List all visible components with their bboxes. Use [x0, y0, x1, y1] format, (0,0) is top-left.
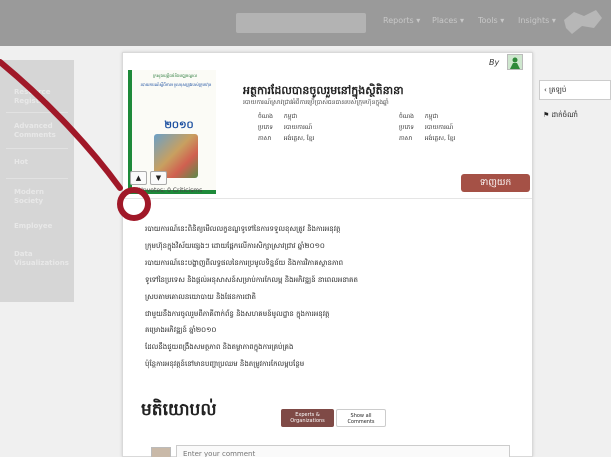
download-button[interactable]: ទាញយក	[461, 174, 530, 192]
description-line: ដែលនឹងជួយពង្រឹងសមត្ថភាព និងតម្លាភាពក្នុង…	[145, 343, 294, 352]
tab-show-all-comments[interactable]: Show all Comments	[336, 409, 386, 427]
meta-value: អង់គ្លេស, ខ្មែរ	[283, 135, 315, 142]
description-line: គម្រោងអភិវឌ្ឍន៍ ឆ្នាំ២០១០	[145, 326, 217, 335]
share-button[interactable]: ⚑ ដាក់ចំណាំ	[539, 106, 611, 126]
resource-card: By ក្រសួងយុត្តិធម៌និងមជ្ឈមណ្ឌល របាយការណ៍…	[122, 52, 533, 457]
sidebar-divider	[6, 178, 68, 179]
comment-input[interactable]	[176, 445, 510, 457]
meta-value: កម្ពុជា	[424, 113, 439, 120]
person-icon	[510, 57, 520, 69]
description-line: ក្រុមហ៊ុនក្នុងវិស័យផ្សេងៗ ដោយផ្អែកលើការស…	[145, 241, 325, 250]
cover-header: ក្រសួងយុត្តិធម៌និងមជ្ឈមណ្ឌល	[152, 73, 198, 78]
meta-label: ចំណង	[258, 113, 273, 120]
cover-title: របាយការណ៍ស្តីពីការទទួលខុសត្រូវរបស់ក្រុមហ…	[140, 82, 212, 87]
meta-right: ចំណង កម្ពុជា ប្រភេទ របាយការណ៍ ភាសា អង់គ្…	[399, 111, 455, 144]
description-line: របាយការណ៍នេះបង្ហាញពីលទ្ធផលនៃការប្រមូលទិន…	[145, 258, 344, 267]
search-input[interactable]	[236, 13, 366, 33]
sidebar-divider	[6, 148, 68, 149]
map-logo-icon	[564, 10, 602, 34]
nav-reports[interactable]: Reports ▾	[383, 16, 420, 25]
sidebar-item-employee[interactable]: Employee	[14, 222, 52, 231]
sidebar-item-data-visualizations[interactable]: Data Visualizations	[14, 250, 74, 268]
author-avatar[interactable]	[507, 54, 523, 70]
downvote-button[interactable]: ▼	[150, 171, 167, 185]
sidebar-item-advanced-comments[interactable]: Advanced Comments	[14, 122, 74, 140]
meta-label: ប្រភេទ	[399, 124, 415, 131]
top-nav-bar: Reports ▾ Places ▾ Tools ▾ Insights ▾	[0, 0, 611, 46]
meta-value: របាយការណ៍	[424, 124, 454, 131]
cover-year: ២០១០	[164, 120, 194, 131]
meta-label: ចំណង	[399, 113, 414, 120]
avatar	[151, 447, 171, 457]
back-button[interactable]: ‹ ត្រឡប់	[539, 80, 611, 100]
sidebar-item-modern-society[interactable]: Modern Society	[14, 188, 74, 206]
description-line: ជាមួយនឹងការចូលរួមពីភាគីពាក់ព័ន្ធ និងសហគម…	[145, 309, 330, 318]
sidebar: Resource Registry Advanced Comments Hot …	[0, 60, 74, 302]
resource-description: របាយការណ៍នេះពិនិត្យមើលលក្ខខណ្ឌទូទៅនៃការទ…	[145, 221, 525, 373]
resource-subtitle: របាយការណ៍ស្រាវជ្រាវអំពីការប្រើប្រាស់ធនធា…	[243, 99, 389, 106]
meta-value: កម្ពុជា	[283, 113, 298, 120]
vote-count: 84 Upvotes; 0 Criticisms	[129, 187, 203, 194]
nav-tools[interactable]: Tools ▾	[478, 16, 504, 25]
meta-label: ភាសា	[399, 135, 413, 142]
sidebar-divider	[6, 112, 68, 113]
description-line: របាយការណ៍នេះពិនិត្យមើលលក្ខខណ្ឌទូទៅនៃការទ…	[145, 225, 341, 233]
nav-places[interactable]: Places ▾	[432, 16, 464, 25]
flag-icon: ⚑	[543, 111, 552, 119]
meta-left: ចំណង កម្ពុជា ប្រភេទ របាយការណ៍ ភាសា អង់គ្…	[258, 111, 314, 144]
comments-heading: មតិយោបល់	[141, 400, 217, 420]
share-label: ដាក់ចំណាំ	[551, 111, 578, 119]
meta-value: អង់គ្លេស, ខ្មែរ	[424, 135, 456, 142]
meta-value: របាយការណ៍	[283, 124, 313, 131]
sidebar-item-resource-registry[interactable]: Resource Registry	[14, 88, 74, 106]
meta-label: ភាសា	[258, 135, 272, 142]
description-line: ស្របតាមគោលនយោបាយ និងផែនការជាតិ	[145, 292, 256, 301]
upvote-button[interactable]: ▲	[130, 171, 147, 185]
description-line: ទូទៅនៃប្រទេស និងផ្តល់អនុសាសន៍សម្រាប់ការក…	[145, 275, 358, 284]
nav-insights[interactable]: Insights ▾	[518, 16, 556, 25]
sidebar-item-hot[interactable]: Hot	[14, 158, 28, 167]
by-label: By	[489, 58, 500, 67]
tab-experts-organizations[interactable]: Experts & Organizations	[281, 409, 334, 427]
meta-label: ប្រភេទ	[258, 124, 274, 131]
description-line: ប៉ុន្តែការអនុវត្តន៍នៅមានបញ្ហាប្រឈម និងតម…	[145, 360, 305, 369]
card-divider	[123, 198, 532, 199]
